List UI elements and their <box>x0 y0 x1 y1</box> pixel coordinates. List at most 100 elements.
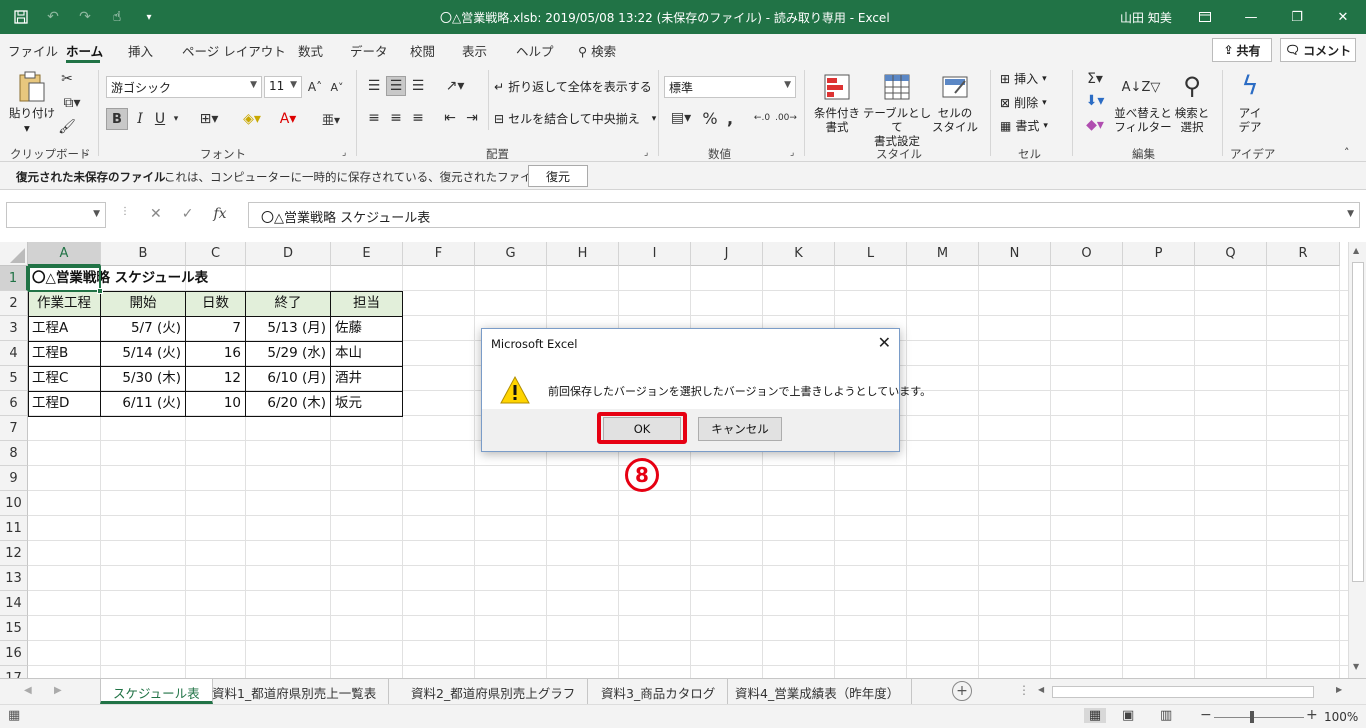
column-header[interactable]: J <box>691 242 763 266</box>
decrease-decimal-icon[interactable]: .00→ <box>775 108 797 128</box>
ideas-icon[interactable]: ϟ <box>1236 70 1264 102</box>
row-header[interactable]: 15 <box>0 616 28 641</box>
table-cell[interactable]: 5/30 (木) <box>101 366 185 391</box>
delete-cells-button[interactable]: ⊠ 削除 ▾ <box>1000 94 1047 111</box>
column-header[interactable]: I <box>619 242 691 266</box>
paste-icon[interactable] <box>14 70 50 104</box>
table-cell[interactable]: 16 <box>186 341 245 366</box>
borders-icon[interactable]: ⊞▾ <box>194 108 224 130</box>
insert-function-icon[interactable]: fx <box>213 206 226 222</box>
minimize-icon[interactable]: — <box>1228 0 1274 34</box>
share-button[interactable]: ⇪ 共有 <box>1212 38 1272 62</box>
table-cell[interactable]: 6/10 (月) <box>246 366 330 391</box>
column-header[interactable]: D <box>246 242 331 266</box>
sheet-tab-doc4[interactable]: 資料4_営業成績表（昨年度） <box>723 679 913 704</box>
column-header[interactable]: R <box>1267 242 1340 266</box>
column-header[interactable]: P <box>1123 242 1195 266</box>
table-cell[interactable]: 5/7 (火) <box>101 316 185 341</box>
table-cell[interactable]: 6/11 (火) <box>101 391 185 416</box>
number-format-select[interactable]: 標準 ▼ <box>664 76 796 98</box>
drag-handle-icon[interactable]: ⋮ <box>120 206 130 222</box>
zoom-level[interactable]: 100% <box>1324 710 1358 724</box>
row-header[interactable]: 10 <box>0 491 28 516</box>
alignment-launcher-icon[interactable]: ⌟ <box>644 148 648 158</box>
zoom-out-icon[interactable]: − <box>1200 707 1212 723</box>
table-cell[interactable]: 本山 <box>331 341 402 366</box>
underline-button[interactable]: U <box>152 108 168 130</box>
font-launcher-icon[interactable]: ⌟ <box>342 148 346 158</box>
phonetic-guide-icon[interactable]: 亜▾ <box>316 108 346 130</box>
find-select-icon[interactable]: ⚲ <box>1176 70 1208 102</box>
close-icon[interactable]: ✕ <box>1320 0 1366 34</box>
table-cell[interactable]: 佐藤 <box>331 316 402 341</box>
table-cell[interactable]: 酒井 <box>331 366 402 391</box>
column-header[interactable]: E <box>331 242 403 266</box>
scroll-up-icon[interactable]: ▲ <box>1353 246 1359 255</box>
cell-styles-icon[interactable] <box>940 72 970 102</box>
collapse-ribbon-icon[interactable]: ˄ <box>1344 146 1350 159</box>
paste-label[interactable]: 貼り付け <box>8 106 56 120</box>
increase-indent-icon[interactable]: ⇥ <box>462 108 482 128</box>
align-top-icon[interactable]: ☰ <box>364 76 384 96</box>
row-header[interactable]: 14 <box>0 591 28 616</box>
fill-icon[interactable]: ⬇▾ <box>1080 92 1110 110</box>
row-header[interactable]: 17 <box>0 666 28 678</box>
format-cells-button[interactable]: ▦ 書式 ▾ <box>1000 117 1048 134</box>
copy-icon[interactable]: ⧉▾ <box>58 94 86 112</box>
table-cell[interactable]: 10 <box>186 391 245 416</box>
paste-dropdown-icon[interactable]: ▾ <box>24 121 30 135</box>
row-header[interactable]: 4 <box>0 341 28 366</box>
row-header[interactable]: 1 <box>0 266 28 291</box>
decrease-indent-icon[interactable]: ⇤ <box>440 108 460 128</box>
accounting-format-icon[interactable]: ▤▾ <box>666 108 696 128</box>
underline-dropdown-icon[interactable]: ▾ <box>170 108 182 130</box>
font-name-select[interactable]: 游ゴシック ▼ <box>106 76 262 98</box>
column-header[interactable]: N <box>979 242 1051 266</box>
row-header[interactable]: 9 <box>0 466 28 491</box>
macro-record-icon[interactable]: ▦ <box>8 708 20 723</box>
column-header[interactable]: B <box>101 242 186 266</box>
percent-style-icon[interactable]: % <box>700 108 720 128</box>
column-header[interactable]: G <box>475 242 547 266</box>
row-header[interactable]: 5 <box>0 366 28 391</box>
row-header[interactable]: 2 <box>0 291 28 316</box>
table-cell[interactable]: 7 <box>186 316 245 341</box>
sort-filter-icon[interactable]: A↓Z▽ <box>1122 72 1161 102</box>
align-left-icon[interactable]: ≡ <box>364 108 384 128</box>
cancel-entry-icon[interactable]: ✕ <box>150 206 162 222</box>
page-layout-view-icon[interactable]: ▣ <box>1122 708 1134 723</box>
table-header-cell[interactable]: 開始 <box>101 291 185 316</box>
column-header[interactable]: O <box>1051 242 1123 266</box>
undo-icon[interactable]: ↶ <box>42 7 64 27</box>
conditional-formatting-label[interactable]: 条件付き 書式 <box>810 106 864 134</box>
font-color-icon[interactable]: A▾ <box>272 108 304 130</box>
vertical-scroll-thumb[interactable] <box>1352 262 1364 582</box>
autosum-icon[interactable]: Σ▾ <box>1080 70 1110 88</box>
align-bottom-icon[interactable]: ☰ <box>408 76 428 96</box>
column-header[interactable]: Q <box>1195 242 1267 266</box>
normal-view-icon[interactable]: ▦ <box>1084 708 1106 723</box>
sort-filter-label[interactable]: 並べ替えと フィルター <box>1112 106 1174 134</box>
cancel-button[interactable]: キャンセル <box>698 417 782 441</box>
ideas-label[interactable]: アイ デア <box>1232 106 1268 134</box>
row-header[interactable]: 16 <box>0 641 28 666</box>
table-cell[interactable]: 工程B <box>28 341 100 366</box>
conditional-formatting-icon[interactable] <box>822 72 852 102</box>
table-cell[interactable]: 6/20 (木) <box>246 391 330 416</box>
close-icon[interactable]: ✕ <box>878 333 891 352</box>
customize-qat-icon[interactable]: ▾ <box>138 7 160 27</box>
increase-font-size-icon[interactable]: A˄ <box>306 78 324 96</box>
next-sheet-icon[interactable]: ▶ <box>54 685 62 696</box>
zoom-slider-track[interactable] <box>1214 717 1304 718</box>
table-cell[interactable]: 工程A <box>28 316 100 341</box>
format-painter-icon[interactable]: 🖌 <box>58 118 76 136</box>
zoom-slider-knob[interactable] <box>1250 711 1254 723</box>
tab-view[interactable]: 表示 <box>462 41 487 60</box>
increase-decimal-icon[interactable]: ←.0 <box>752 108 772 128</box>
restore-icon[interactable]: ❐ <box>1274 0 1320 34</box>
tab-split-handle-icon[interactable]: ⋮ <box>1018 683 1030 697</box>
sheet-tab-doc3[interactable]: 資料3_商品カタログ <box>589 679 729 704</box>
sheet-tab-doc1[interactable]: 資料1_都道府県別売上一覧表 <box>200 679 390 704</box>
tab-review[interactable]: 校閲 <box>410 41 435 60</box>
row-header[interactable]: 3 <box>0 316 28 341</box>
